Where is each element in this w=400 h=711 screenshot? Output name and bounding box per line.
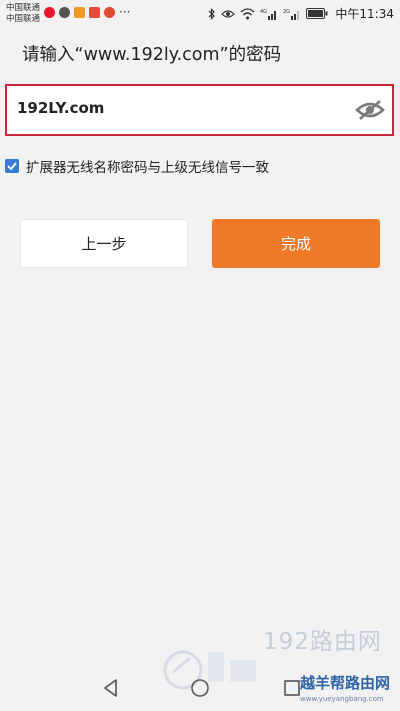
password-input[interactable]	[17, 99, 317, 117]
watermark-title: 192路由网	[263, 629, 382, 655]
system-icons: 4G 2G 中午11:34	[208, 5, 394, 22]
recent-square-icon[interactable]	[280, 676, 304, 700]
finish-button[interactable]: 完成	[212, 219, 380, 268]
sync-wireless-checkbox-row[interactable]: 扩展器无线名称密码与上级无线信号一致	[5, 156, 269, 176]
battery-icon	[306, 8, 328, 19]
app-icon	[74, 7, 85, 18]
weibo-icon	[44, 7, 55, 18]
navigation-bar	[0, 664, 400, 711]
back-triangle-icon[interactable]	[99, 676, 123, 700]
notification-icons: ···	[44, 5, 131, 19]
signal-icon: 2G	[283, 9, 300, 20]
checkmark-icon	[7, 162, 17, 170]
signal-icon: 4G	[260, 9, 277, 20]
app-icon	[89, 7, 100, 18]
eye-icon	[221, 9, 236, 18]
sync-wireless-label: 扩展器无线名称密码与上级无线信号一致	[26, 160, 269, 176]
wechat-icon	[59, 7, 70, 18]
carrier-label-1: 中国联通	[6, 3, 41, 13]
weibo-icon	[104, 7, 115, 18]
signal-type-label: 2G	[283, 9, 290, 15]
sync-wireless-checkbox[interactable]	[5, 159, 19, 173]
page-title: 请输入“www.192ly.com”的密码	[22, 45, 282, 65]
clock: 中午11:34	[335, 7, 394, 21]
signal-type-label: 4G	[260, 9, 267, 15]
wifi-icon	[240, 7, 255, 19]
previous-step-button[interactable]: 上一步	[20, 219, 188, 268]
password-field[interactable]	[5, 84, 394, 136]
eye-hidden-icon[interactable]	[354, 98, 386, 122]
bluetooth-icon	[208, 7, 216, 20]
more-notifications-icon: ···	[119, 5, 131, 19]
home-circle-icon[interactable]	[188, 676, 212, 700]
carrier-label-2: 中国联通	[6, 14, 41, 24]
status-bar: 中国联通 中国联通 ··· 4G 2G 中午11:34	[0, 0, 400, 30]
